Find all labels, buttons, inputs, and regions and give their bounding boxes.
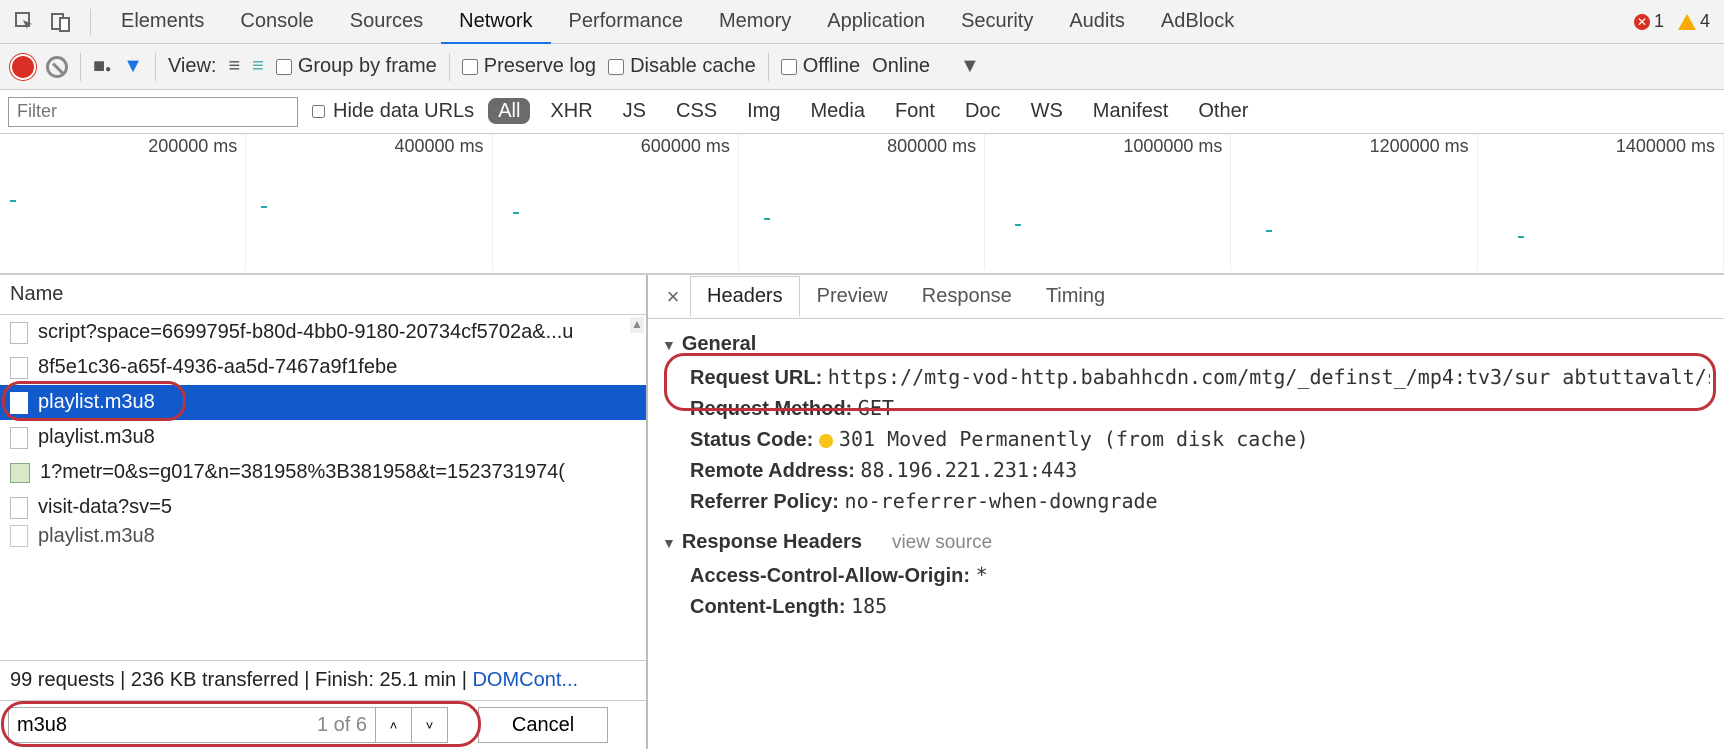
group-by-frame-checkbox[interactable]: Group by frame [276, 55, 437, 78]
request-name: playlist.m3u8 [38, 426, 155, 449]
timeline-label: 600000 ms [493, 134, 739, 160]
request-name: playlist.m3u8 [38, 391, 155, 414]
offline-checkbox[interactable]: Offline [781, 55, 860, 78]
hide-data-urls-checkbox[interactable]: Hide data URLs [312, 100, 474, 123]
response-headers-section-header[interactable]: ▼Response Headersview source [662, 531, 1710, 554]
name-column-header[interactable]: Name [0, 275, 646, 315]
detail-tab-headers[interactable]: Headers [690, 276, 800, 317]
scrollbar[interactable] [630, 317, 644, 333]
document-icon [10, 322, 28, 344]
timeline-label: 1000000 ms [985, 134, 1231, 160]
view-source-link[interactable]: view source [892, 532, 992, 554]
request-method-row: Request Method: GET [662, 393, 1710, 424]
detail-tab-response[interactable]: Response [905, 276, 1029, 317]
request-row[interactable]: 8f5e1c36-a65f-4936-aa5d-7467a9f1febe [0, 350, 646, 385]
filter-input[interactable] [8, 97, 298, 127]
tab-performance[interactable]: Performance [551, 0, 702, 45]
timeline-label: 200000 ms [0, 134, 246, 160]
device-toggle-icon[interactable] [44, 5, 78, 39]
filter-pill-font[interactable]: Font [885, 98, 945, 124]
filter-pill-xhr[interactable]: XHR [540, 98, 602, 124]
filter-pill-other[interactable]: Other [1188, 98, 1258, 124]
timeline-label: 1200000 ms [1231, 134, 1477, 160]
document-icon [10, 427, 28, 449]
remote-address-row: Remote Address: 88.196.221.231:443 [662, 455, 1710, 486]
document-icon [10, 357, 28, 379]
referrer-policy-row: Referrer Policy: no-referrer-when-downgr… [662, 486, 1710, 517]
request-name: script?space=6699795f-b80d-4bb0-9180-207… [38, 321, 573, 344]
record-button[interactable] [12, 56, 34, 78]
filter-toggle-icon[interactable]: ▼ [123, 55, 143, 78]
general-section-header[interactable]: ▼General [662, 333, 1710, 356]
view-label: View: [168, 55, 217, 78]
timeline-overview[interactable]: 200000 ms400000 ms600000 ms800000 ms1000… [0, 134, 1724, 274]
error-count-badge[interactable]: ✕1 [1634, 11, 1664, 32]
inspect-icon[interactable] [8, 5, 42, 39]
request-name: 1?metr=0&s=g017&n=381958%3B381958&t=1523… [40, 461, 565, 484]
tab-application[interactable]: Application [809, 0, 943, 45]
disable-cache-checkbox[interactable]: Disable cache [608, 55, 756, 78]
tab-audits[interactable]: Audits [1051, 0, 1143, 45]
request-name: visit-data?sv=5 [38, 496, 172, 519]
timeline-label: 400000 ms [246, 134, 492, 160]
filter-pill-manifest[interactable]: Manifest [1083, 98, 1179, 124]
close-details-button[interactable]: × [656, 284, 690, 310]
find-prev-button[interactable]: ˄ [376, 707, 412, 743]
clear-button[interactable] [46, 56, 68, 78]
tab-adblock[interactable]: AdBlock [1143, 0, 1252, 45]
filter-pill-img[interactable]: Img [737, 98, 790, 124]
detail-tab-timing[interactable]: Timing [1029, 276, 1122, 317]
error-count: 1 [1654, 11, 1664, 32]
content-length-row: Content-Length: 185 [662, 591, 1710, 622]
tab-security[interactable]: Security [943, 0, 1051, 45]
request-row[interactable]: playlist.m3u8 [0, 385, 646, 420]
throttling-caret-icon[interactable]: ▼ [960, 55, 980, 78]
timeline-label: 800000 ms [739, 134, 985, 160]
filter-pill-doc[interactable]: Doc [955, 98, 1011, 124]
find-input[interactable] [9, 710, 309, 741]
document-icon [10, 497, 28, 519]
large-rows-icon[interactable]: ≡ [228, 55, 240, 78]
request-row[interactable]: playlist.m3u8 [0, 420, 646, 455]
image-icon [10, 463, 30, 483]
filter-pill-css[interactable]: CSS [666, 98, 727, 124]
tab-elements[interactable]: Elements [103, 0, 222, 45]
request-row[interactable]: 1?metr=0&s=g017&n=381958%3B381958&t=1523… [0, 455, 646, 490]
request-name: 8f5e1c36-a65f-4936-aa5d-7467a9f1febe [38, 356, 397, 379]
filter-pill-media[interactable]: Media [800, 98, 874, 124]
request-name: playlist.m3u8 [38, 525, 155, 547]
throttling-select[interactable]: Online [872, 55, 930, 78]
tab-console[interactable]: Console [222, 0, 331, 45]
screenshot-icon[interactable]: ■● [93, 55, 111, 78]
request-row[interactable]: visit-data?sv=5 [0, 490, 646, 525]
detail-tab-preview[interactable]: Preview [800, 276, 905, 317]
acao-row: Access-Control-Allow-Origin: * [662, 560, 1710, 591]
filter-pill-js[interactable]: JS [613, 98, 656, 124]
document-icon [10, 525, 28, 547]
waterfall-icon[interactable]: ≡ [252, 55, 264, 78]
status-summary: 99 requests | 236 KB transferred | Finis… [0, 660, 646, 700]
request-row[interactable]: script?space=6699795f-b80d-4bb0-9180-207… [0, 315, 646, 350]
document-icon [10, 392, 28, 414]
warning-count-badge[interactable]: 4 [1678, 11, 1710, 32]
tab-memory[interactable]: Memory [701, 0, 809, 45]
request-url-row: Request URL: https://mtg-vod-http.babahh… [662, 362, 1710, 393]
filter-pill-ws[interactable]: WS [1021, 98, 1073, 124]
timeline-label: 1400000 ms [1478, 134, 1724, 160]
preserve-log-checkbox[interactable]: Preserve log [462, 55, 596, 78]
warning-count: 4 [1700, 11, 1710, 32]
tab-network[interactable]: Network [441, 0, 550, 45]
find-next-button[interactable]: ˅ [412, 707, 448, 743]
request-row[interactable]: playlist.m3u8 [0, 525, 646, 547]
find-cancel-button[interactable]: Cancel [478, 707, 608, 743]
tab-sources[interactable]: Sources [332, 0, 441, 45]
status-code-row: Status Code: 301 Moved Permanently (from… [662, 424, 1710, 455]
filter-pill-all[interactable]: All [488, 98, 530, 124]
find-count: 1 of 6 [309, 714, 375, 737]
